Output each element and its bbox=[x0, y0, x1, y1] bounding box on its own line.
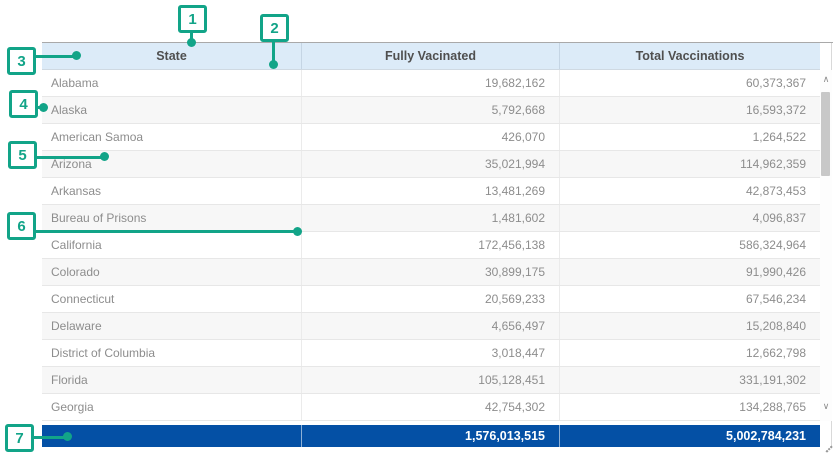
summary-row: 1,576,013,515 5,002,784,231 bbox=[42, 425, 820, 447]
callout-6-dot bbox=[293, 227, 302, 236]
summary-cell-fully-vaccinated: 1,576,013,515 bbox=[301, 425, 559, 447]
column-header-total-vaccinations[interactable]: Total Vaccinations bbox=[559, 43, 820, 69]
table-row-arizona[interactable]: Arizona 35,021,994 114,962,359 bbox=[42, 151, 820, 178]
cell-state: Connecticut bbox=[42, 286, 301, 312]
table-row-delaware[interactable]: Delaware 4,656,497 15,208,840 bbox=[42, 313, 820, 340]
table-row-american-samoa[interactable]: American Samoa 426,070 1,264,522 bbox=[42, 124, 820, 151]
table-row-connecticut[interactable]: Connecticut 20,569,233 67,546,234 bbox=[42, 286, 820, 313]
table-row-california[interactable]: California 172,456,138 586,324,964 bbox=[42, 232, 820, 259]
cell-total-vaccinations: 1,264,522 bbox=[559, 124, 820, 150]
callout-2-dot bbox=[269, 60, 278, 69]
callout-1: 1 bbox=[178, 5, 207, 33]
cell-fully-vaccinated: 30,899,175 bbox=[301, 259, 559, 285]
callout-4: 4 bbox=[9, 90, 38, 118]
table-view: State Fully Vacinated Total Vaccinations… bbox=[0, 0, 833, 453]
cell-fully-vaccinated: 1,481,602 bbox=[301, 205, 559, 231]
table-row-colorado[interactable]: Colorado 30,899,175 91,990,426 bbox=[42, 259, 820, 286]
callout-1-dot bbox=[187, 38, 196, 47]
callout-5-dot bbox=[100, 152, 109, 161]
cell-total-vaccinations: 16,593,372 bbox=[559, 97, 820, 123]
table-row-alaska[interactable]: Alaska 5,792,668 16,593,372 bbox=[42, 97, 820, 124]
cell-fully-vaccinated: 19,682,162 bbox=[301, 70, 559, 96]
callout-6-line bbox=[36, 230, 299, 233]
callout-5: 5 bbox=[8, 141, 37, 169]
cell-state: Bureau of Prisons bbox=[42, 205, 301, 231]
cell-fully-vaccinated: 105,128,451 bbox=[301, 367, 559, 393]
callout-4-dot bbox=[39, 103, 48, 112]
cell-total-vaccinations: 67,546,234 bbox=[559, 286, 820, 312]
table-row-florida[interactable]: Florida 105,128,451 331,191,302 bbox=[42, 367, 820, 394]
cell-state: Delaware bbox=[42, 313, 301, 339]
scrollbar-up-icon[interactable]: ∧ bbox=[820, 72, 832, 86]
cell-total-vaccinations: 42,873,453 bbox=[559, 178, 820, 204]
callout-5-line bbox=[37, 156, 106, 159]
vertical-scrollbar[interactable]: ∧ ∨ bbox=[820, 70, 832, 421]
cell-fully-vaccinated: 42,754,302 bbox=[301, 394, 559, 420]
cell-fully-vaccinated: 13,481,269 bbox=[301, 178, 559, 204]
cell-state: Arkansas bbox=[42, 178, 301, 204]
cell-total-vaccinations: 60,373,367 bbox=[559, 70, 820, 96]
callout-7: 7 bbox=[5, 424, 34, 452]
callout-3: 3 bbox=[7, 47, 36, 75]
callout-6: 6 bbox=[7, 212, 36, 240]
table-body: Alabama 19,682,162 60,373,367 Alaska 5,7… bbox=[42, 70, 820, 421]
table-row-alabama[interactable]: Alabama 19,682,162 60,373,367 bbox=[42, 70, 820, 97]
cell-total-vaccinations: 12,662,798 bbox=[559, 340, 820, 366]
cell-fully-vaccinated: 3,018,447 bbox=[301, 340, 559, 366]
callout-3-dot bbox=[72, 51, 81, 60]
cell-total-vaccinations: 15,208,840 bbox=[559, 313, 820, 339]
cell-state: Florida bbox=[42, 367, 301, 393]
cell-state: California bbox=[42, 232, 301, 258]
table-row-bureau-of-prisons[interactable]: Bureau of Prisons 1,481,602 4,096,837 bbox=[42, 205, 820, 232]
cell-state: Arizona bbox=[42, 151, 301, 177]
cell-total-vaccinations: 331,191,302 bbox=[559, 367, 820, 393]
cell-total-vaccinations: 586,324,964 bbox=[559, 232, 820, 258]
cell-fully-vaccinated: 20,569,233 bbox=[301, 286, 559, 312]
cell-total-vaccinations: 4,096,837 bbox=[559, 205, 820, 231]
cell-state: Alabama bbox=[42, 70, 301, 96]
table-header-row: State Fully Vacinated Total Vaccinations bbox=[42, 43, 820, 70]
cell-state: Georgia bbox=[42, 394, 301, 420]
cell-total-vaccinations: 134,288,765 bbox=[559, 394, 820, 420]
cell-state: Colorado bbox=[42, 259, 301, 285]
scrollbar-down-icon[interactable]: ∨ bbox=[820, 399, 832, 413]
callout-2: 2 bbox=[260, 14, 289, 42]
cell-fully-vaccinated: 172,456,138 bbox=[301, 232, 559, 258]
cell-fully-vaccinated: 426,070 bbox=[301, 124, 559, 150]
callout-7-dot bbox=[63, 432, 72, 441]
table-row-georgia[interactable]: Georgia 42,754,302 134,288,765 bbox=[42, 394, 820, 421]
cell-state: District of Columbia bbox=[42, 340, 301, 366]
cell-fully-vaccinated: 4,656,497 bbox=[301, 313, 559, 339]
cell-fully-vaccinated: 35,021,994 bbox=[301, 151, 559, 177]
cell-state: American Samoa bbox=[42, 124, 301, 150]
cell-fully-vaccinated: 5,792,668 bbox=[301, 97, 559, 123]
cell-state: Alaska bbox=[42, 97, 301, 123]
summary-cell-state bbox=[42, 425, 301, 447]
summary-cell-total-vaccinations: 5,002,784,231 bbox=[559, 425, 820, 447]
column-header-fully-vaccinated[interactable]: Fully Vacinated bbox=[301, 43, 559, 69]
cell-total-vaccinations: 91,990,426 bbox=[559, 259, 820, 285]
cell-total-vaccinations: 114,962,359 bbox=[559, 151, 820, 177]
scrollbar-thumb[interactable] bbox=[821, 92, 830, 176]
table-row-arkansas[interactable]: Arkansas 13,481,269 42,873,453 bbox=[42, 178, 820, 205]
table-row-district-of-columbia[interactable]: District of Columbia 3,018,447 12,662,79… bbox=[42, 340, 820, 367]
